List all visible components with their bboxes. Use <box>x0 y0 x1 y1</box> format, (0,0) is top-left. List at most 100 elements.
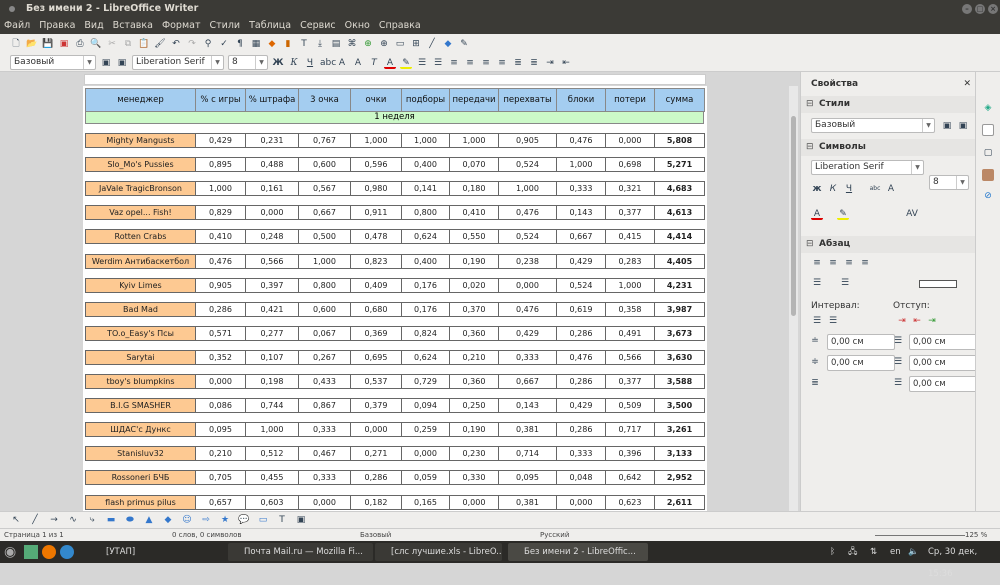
strikethrough-icon[interactable]: abc <box>869 183 881 195</box>
open-icon[interactable]: 📂 <box>26 38 38 50</box>
stat-cell[interactable]: 0,767 <box>298 133 351 148</box>
shadow-icon[interactable]: A <box>885 183 897 195</box>
stat-cell[interactable]: 0,415 <box>605 229 655 245</box>
justify-icon[interactable]: ≡ <box>859 257 871 269</box>
stat-cell[interactable]: 0,020 <box>449 277 499 293</box>
stat-cell[interactable]: 0,714 <box>498 446 557 462</box>
stat-cell[interactable]: 0,476 <box>195 253 246 269</box>
thunderbird-icon[interactable] <box>60 545 74 559</box>
stat-cell[interactable]: 0,000 <box>195 374 246 389</box>
network-icon[interactable]: 🖧 <box>848 541 857 563</box>
insert-textbox-icon[interactable]: T <box>298 38 310 50</box>
line-icon[interactable]: ╱ <box>29 514 41 526</box>
sum-cell[interactable]: 4,231 <box>654 277 705 293</box>
stat-cell[interactable]: 0,566 <box>245 253 299 269</box>
curve-icon[interactable]: ∿ <box>67 514 79 526</box>
stat-cell[interactable]: 0,333 <box>298 422 351 438</box>
stat-cell[interactable]: 0,476 <box>556 133 606 148</box>
spacing-below-field[interactable]: 0,00 см <box>827 355 895 371</box>
sum-cell[interactable]: 3,500 <box>654 398 705 414</box>
task-firefox-mail[interactable]: Почта Mail.ru — Mozilla Fi... <box>228 543 373 561</box>
insert-field-icon[interactable]: ▤ <box>330 38 342 50</box>
save-icon[interactable]: 💾 <box>42 38 54 50</box>
stat-cell[interactable]: 0,657 <box>195 494 246 510</box>
stat-cell[interactable]: 0,286 <box>556 325 606 341</box>
stat-cell[interactable]: 0,248 <box>245 229 299 245</box>
bold-icon[interactable]: ж <box>811 183 823 195</box>
manager-cell[interactable]: Mighty Mangusts <box>85 133 196 148</box>
menu-tools[interactable]: Сервис <box>300 18 336 34</box>
insert-table-icon[interactable]: ▦ <box>250 38 262 50</box>
stat-cell[interactable]: 0,823 <box>350 253 402 269</box>
paragraph-spacing-icon[interactable]: ≣ <box>528 57 540 69</box>
insert-page-break-icon[interactable]: ⤓ <box>314 38 326 50</box>
task-writer[interactable]: Без имени 2 - LibreOffic... <box>508 543 648 561</box>
clock[interactable]: Ср, 30 дек, 15:36 <box>928 541 1000 585</box>
styles-tab-icon[interactable]: ▢ <box>982 147 994 159</box>
new-style-icon[interactable]: ▣ <box>957 120 969 132</box>
stat-cell[interactable]: 0,667 <box>498 374 557 389</box>
stat-cell[interactable]: 0,381 <box>498 494 557 510</box>
stat-cell[interactable]: 0,537 <box>350 374 402 389</box>
decrease-spacing-icon[interactable]: ☰ <box>827 315 839 327</box>
ellipse-icon[interactable]: ⬬ <box>124 514 136 526</box>
stat-cell[interactable]: 0,624 <box>401 229 450 245</box>
sum-cell[interactable]: 3,630 <box>654 349 705 365</box>
insert-special-char-icon[interactable]: ⌘ <box>346 38 358 50</box>
stat-cell[interactable]: 0,980 <box>350 181 402 197</box>
stat-cell[interactable]: 0,698 <box>605 157 655 173</box>
diamond-icon[interactable]: ◆ <box>162 514 174 526</box>
stat-cell[interactable]: 0,429 <box>498 325 557 341</box>
stat-cell[interactable]: 1,000 <box>556 157 606 173</box>
stat-cell[interactable]: 0,600 <box>298 157 351 173</box>
stat-cell[interactable]: 1,000 <box>498 181 557 197</box>
stat-cell[interactable]: 0,231 <box>245 133 299 148</box>
stat-cell[interactable]: 0,210 <box>195 446 246 462</box>
minimize-button[interactable]: – <box>962 4 972 14</box>
menu-format[interactable]: Формат <box>162 18 201 34</box>
superscript-icon[interactable]: A <box>336 57 348 69</box>
stat-cell[interactable]: 0,624 <box>401 349 450 365</box>
ubuntu-menu-icon[interactable]: ◉ <box>4 541 16 563</box>
manager-cell[interactable]: tboy's blumpkins <box>85 374 196 389</box>
document-page[interactable]: менеджер % с игры % штрафа 3 очка очки п… <box>83 86 707 511</box>
manager-cell[interactable]: Sarytai <box>85 349 196 365</box>
update-style-icon[interactable]: ▣ <box>100 57 112 69</box>
scrollbar-thumb[interactable] <box>791 116 796 316</box>
stat-cell[interactable]: 0,524 <box>498 157 557 173</box>
stat-cell[interactable]: 0,333 <box>556 446 606 462</box>
bullet-list-icon[interactable]: ☰ <box>416 57 428 69</box>
stat-cell[interactable]: 1,000 <box>245 422 299 438</box>
menu-file[interactable]: Файл <box>4 18 30 34</box>
sum-cell[interactable]: 4,683 <box>654 181 705 197</box>
page-tab-icon[interactable] <box>982 124 994 136</box>
stat-cell[interactable]: 0,000 <box>245 205 299 221</box>
chevron-down-icon[interactable]: ▼ <box>956 176 968 189</box>
character-spacing-icon[interactable]: AV <box>906 208 918 220</box>
stat-cell[interactable]: 0,410 <box>195 229 246 245</box>
sidebar-font-size-combo[interactable]: 8 ▼ <box>929 175 969 190</box>
indent-first-line-field[interactable]: 0,00 см <box>909 376 977 392</box>
stat-cell[interactable]: 0,086 <box>195 398 246 414</box>
stat-cell[interactable]: 0,286 <box>556 422 606 438</box>
transfer-icon[interactable]: ⇅ <box>870 541 877 563</box>
clear-formatting-icon[interactable]: T <box>368 57 380 69</box>
copy-icon[interactable]: ⧉ <box>122 38 134 50</box>
stat-cell[interactable]: 0,509 <box>605 398 655 414</box>
formatting-marks-icon[interactable]: ¶ <box>234 38 246 50</box>
numbered-list-icon[interactable]: ☰ <box>432 57 444 69</box>
draw-functions-icon[interactable]: ✎ <box>458 38 470 50</box>
paragraph-background-color[interactable] <box>919 280 957 288</box>
stat-cell[interactable]: 0,729 <box>401 374 450 389</box>
export-pdf-icon[interactable]: ▣ <box>58 38 70 50</box>
indent-before-field[interactable]: 0,00 см <box>909 334 977 350</box>
menu-help[interactable]: Справка <box>379 18 421 34</box>
stat-cell[interactable]: 0,429 <box>556 253 606 269</box>
stat-cell[interactable]: 0,695 <box>350 349 402 365</box>
increase-indent-icon[interactable]: ⇥ <box>896 315 908 327</box>
stat-cell[interactable]: 0,286 <box>195 301 246 317</box>
stat-cell[interactable]: 0,567 <box>298 181 351 197</box>
manager-cell[interactable]: TO.o_Easy's Псы <box>85 325 196 341</box>
stat-cell[interactable]: 0,476 <box>498 205 557 221</box>
stat-cell[interactable]: 0,524 <box>556 277 606 293</box>
